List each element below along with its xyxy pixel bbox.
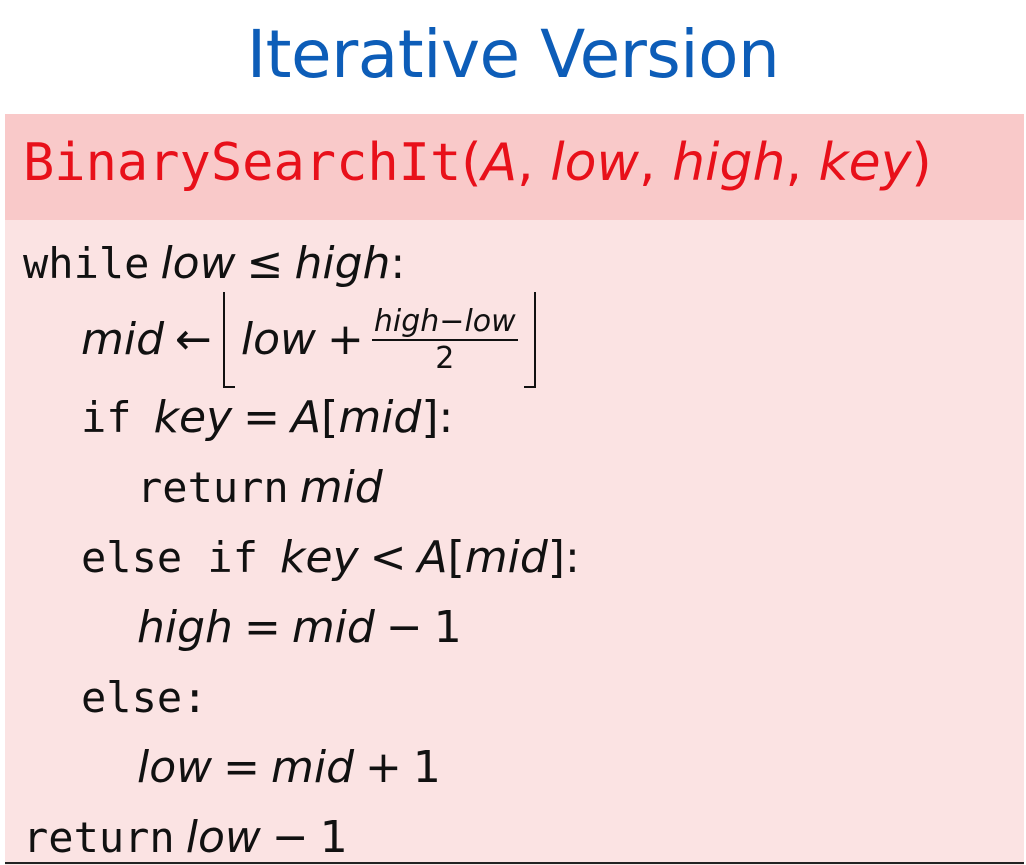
keyword-return: return: [137, 463, 289, 512]
keyword-while: while: [23, 239, 150, 288]
function-name: BinarySearchIt: [23, 133, 462, 193]
keyword-if: if: [81, 393, 132, 442]
bottom-rule: [5, 862, 1024, 864]
keyword-else: else:: [81, 673, 208, 722]
function-signature: BinarySearchIt(A, low, high, key): [23, 133, 932, 193]
keyword-else-if: else if: [81, 533, 259, 582]
param-low: low: [550, 133, 640, 193]
slide: Iterative Version BinarySearchIt(A, low,…: [0, 0, 1026, 865]
open-paren: (: [461, 133, 482, 193]
code-line-return-mid: return mid: [137, 462, 383, 513]
code-line-while: while low ≤ high:: [23, 238, 406, 289]
code-line-low-assign: low = mid + 1: [137, 742, 441, 793]
code-line-mid-assign: mid ← low + high−low 2: [81, 292, 536, 388]
code-line-high-assign: high = mid − 1: [137, 602, 462, 653]
param-key: key: [818, 133, 912, 193]
keyword-return-final: return: [23, 813, 175, 862]
code-line-else: else:: [81, 676, 207, 720]
fraction: high−low 2: [371, 303, 518, 376]
param-high: high: [672, 133, 786, 193]
code-line-return-low: return low − 1: [23, 812, 348, 863]
code-line-if: if key = A[mid]:: [81, 392, 454, 443]
algorithm-block: BinarySearchIt(A, low, high, key) while …: [5, 114, 1024, 865]
floor-brackets: low + high−low 2: [222, 292, 536, 388]
param-a: A: [481, 133, 518, 193]
algorithm-header: BinarySearchIt(A, low, high, key): [5, 114, 1024, 220]
slide-title: Iterative Version: [246, 16, 780, 93]
code-line-else-if: else if key < A[mid]:: [81, 532, 580, 583]
close-paren: ): [911, 133, 932, 193]
